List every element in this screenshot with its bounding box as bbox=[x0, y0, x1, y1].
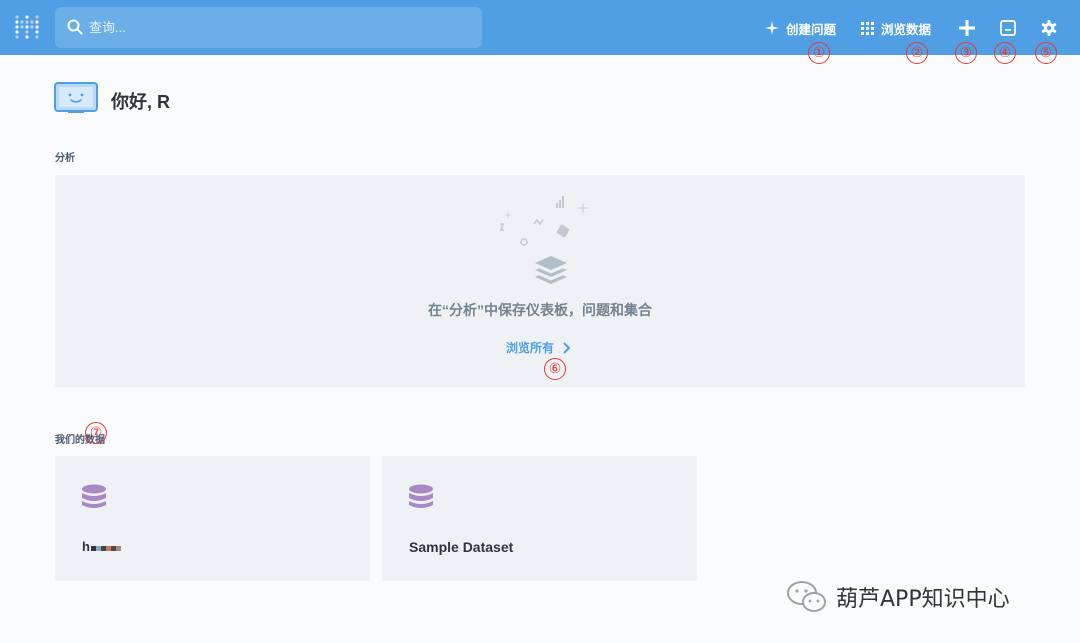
database-icon bbox=[82, 484, 106, 508]
chevron-right-icon bbox=[563, 342, 571, 353]
redacted-name-block bbox=[91, 546, 121, 551]
analytics-empty-message: 在“分析”中保存仪表板，问题和集合 bbox=[428, 302, 652, 318]
terminal-icon bbox=[1000, 20, 1016, 36]
analytics-section-label: 分析 bbox=[55, 153, 75, 164]
search-bar[interactable] bbox=[55, 7, 482, 48]
database-icon bbox=[409, 484, 433, 508]
annotation-marker-7: ⑦ bbox=[85, 422, 107, 444]
search-icon bbox=[67, 19, 83, 35]
annotation-marker-3: ③ bbox=[955, 42, 977, 64]
annotation-marker-4: ④ bbox=[994, 42, 1016, 64]
annotation-marker-1: ① bbox=[808, 42, 830, 64]
sql-editor-button[interactable] bbox=[994, 13, 1022, 43]
grid-icon bbox=[861, 21, 874, 35]
annotation-marker-5: ⑤ bbox=[1035, 42, 1057, 64]
database-name: Sample Dataset bbox=[409, 539, 514, 555]
settings-button[interactable] bbox=[1035, 13, 1063, 43]
database-name: h bbox=[82, 539, 90, 554]
new-question-button[interactable]: 创建问题 bbox=[765, 14, 836, 42]
search-input[interactable] bbox=[89, 16, 469, 38]
watermark: 葫芦APP知识中心 bbox=[786, 580, 1010, 614]
database-card[interactable]: Sample Dataset bbox=[382, 456, 697, 581]
annotation-marker-2: ② bbox=[906, 42, 928, 64]
watermark-text: 葫芦APP知识中心 bbox=[836, 587, 1010, 612]
annotation-marker-6: ⑥ bbox=[544, 358, 566, 380]
greeting-illustration-icon bbox=[54, 82, 98, 114]
add-button[interactable] bbox=[953, 13, 981, 43]
gear-icon bbox=[1041, 20, 1057, 36]
new-question-label: 创建问题 bbox=[786, 22, 837, 37]
database-card[interactable]: h bbox=[55, 456, 370, 581]
plus-icon bbox=[959, 20, 975, 36]
browse-all-label: 浏览所有 bbox=[506, 341, 555, 355]
sparkle-icon bbox=[765, 21, 779, 35]
browse-data-button[interactable]: 浏览数据 bbox=[861, 14, 931, 42]
wechat-icon bbox=[787, 581, 826, 612]
browse-data-label: 浏览数据 bbox=[881, 22, 932, 37]
metabase-logo-icon[interactable] bbox=[14, 14, 40, 40]
browse-all-link[interactable]: 浏览所有 bbox=[506, 339, 571, 356]
empty-state-illustration-icon bbox=[490, 194, 594, 294]
greeting-text: 你好, R bbox=[111, 92, 171, 112]
